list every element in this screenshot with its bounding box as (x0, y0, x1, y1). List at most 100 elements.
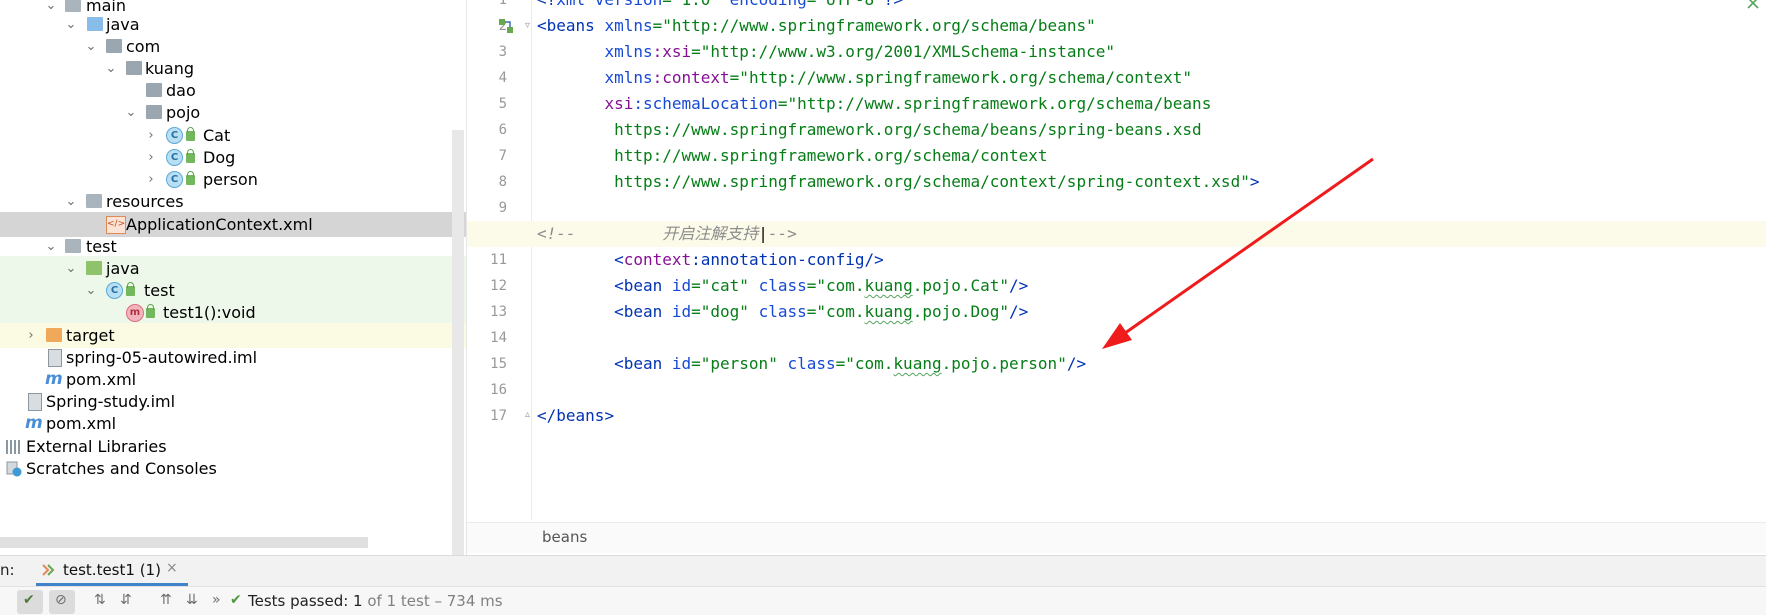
token: https://www.springframework.org/schema/b… (614, 120, 1202, 139)
token: class (758, 302, 807, 321)
token: ="person" (691, 354, 788, 373)
token: id (671, 276, 692, 295)
spring-bean-gutter-icon[interactable] (498, 18, 514, 34)
token: kuang (864, 302, 913, 321)
token: kuang (864, 276, 913, 295)
code-line-15: <bean id="person" class="com.kuang.pojo.… (537, 351, 1766, 377)
code-line-4: xmlns:context="http://www.springframewor… (537, 65, 1766, 91)
token: xmlns (604, 16, 653, 35)
token: .pojo.person" (941, 354, 1067, 373)
tree-item-resources[interactable]: ⌄ resources (0, 189, 466, 214)
code-line-5: xsi:schemaLocation="http://www.springfra… (537, 91, 1766, 117)
token: kuang (893, 354, 942, 373)
test-class-icon: C (106, 282, 123, 299)
token: /> (1009, 276, 1029, 295)
tree-item-label: pojo (166, 103, 201, 122)
token: > (1249, 172, 1260, 191)
class-icon: C (166, 149, 183, 166)
code-line-7: http://www.springframework.org/schema/co… (537, 143, 1766, 169)
chevron-down-icon[interactable]: ⌄ (124, 100, 138, 125)
tree-item-label: test1():void (163, 303, 256, 322)
token: ="http://www.springframework.org/schema/… (652, 16, 1096, 35)
package-icon (146, 105, 162, 119)
token: /> (864, 250, 884, 269)
code-line-3: xmlns:xsi="http://www.w3.org/2001/XMLSch… (537, 39, 1766, 65)
line-number: 13 (490, 304, 507, 320)
more-icon[interactable]: » (212, 592, 221, 608)
line-number: 17 (490, 408, 507, 424)
token: id (671, 354, 692, 373)
line-number: 15 (490, 356, 507, 372)
close-icon[interactable] (1744, 0, 1762, 10)
test-status-detail: of 1 test – 734 ms (362, 592, 503, 610)
token: https://www.springframework.org/schema/c… (614, 172, 1250, 191)
expand-all-icon[interactable]: ⇈ (160, 592, 172, 608)
run-label: n: (0, 561, 15, 579)
code-line-11: <context:annotation-config/> (537, 247, 1766, 273)
fold-open-icon[interactable]: ▿ (525, 20, 535, 31)
token: ?> (884, 0, 903, 9)
token: http://www.springframework.org/schema/co… (614, 146, 1048, 165)
token: beans (556, 406, 605, 425)
token: ="dog" (691, 302, 759, 321)
lock-icon (126, 282, 135, 296)
token: context (623, 250, 692, 269)
token: xsi (604, 94, 634, 113)
token: xml version (556, 0, 662, 9)
sort-by-duration-icon[interactable]: ⇵ (120, 592, 132, 608)
tree-item-root-pom-xml[interactable]: m pom.xml (0, 411, 466, 436)
token: <beans (537, 16, 605, 35)
code-line-13: <bean id="dog" class="com.kuang.pojo.Dog… (537, 299, 1766, 325)
source-folder-icon (87, 17, 103, 31)
project-tree: ⌄ main ⌄ java ⌄ com ⌄ kuang dao ⌄ pojo ›… (0, 0, 467, 560)
test-status-summary: Tests passed: 1 of 1 test – 734 ms (248, 592, 503, 610)
excluded-folder-icon (46, 328, 62, 342)
token: class (787, 354, 836, 373)
run-tab[interactable]: test.test1 (1) × (35, 558, 185, 584)
tree-vertical-scrollbar[interactable] (452, 130, 464, 560)
check-icon: ✔ (23, 592, 35, 608)
tree-horizontal-scrollbar[interactable] (0, 537, 368, 548)
token: <bean (614, 302, 672, 321)
close-tab-icon[interactable]: × (166, 560, 178, 576)
token: encoding (730, 0, 807, 9)
breadcrumb-item-beans[interactable]: beans (542, 528, 587, 546)
token: /> (1009, 302, 1029, 321)
tree-item-scratches[interactable]: Scratches and Consoles (0, 456, 466, 481)
folder-icon (65, 239, 81, 253)
token: class (758, 276, 807, 295)
editor-breadcrumb: beans (467, 522, 1766, 553)
line-number: 8 (498, 174, 507, 190)
token: :annotation-config (691, 250, 865, 269)
test-run-icon (42, 564, 55, 576)
token: ="http://www.w3.org/2001/XMLSchema-insta… (691, 42, 1115, 61)
line-number: 5 (498, 96, 507, 112)
line-number: 6 (498, 122, 507, 138)
run-tab-label: test.test1 (1) (63, 561, 161, 579)
stop-icon: ⊘ (55, 592, 67, 608)
token: id (671, 302, 692, 321)
sort-alphabetically-icon[interactable]: ⇅ (94, 592, 106, 608)
token: --> (767, 224, 797, 243)
line-number: 14 (490, 330, 507, 346)
lock-icon (146, 304, 155, 318)
code-line-17: </beans> (537, 403, 1766, 429)
tree-item-test1-method[interactable]: m test1():void (0, 300, 466, 325)
tree-item-label: Scratches and Consoles (26, 459, 217, 478)
line-number: 11 (490, 252, 507, 268)
passed-icon: ✔ (230, 592, 242, 608)
text-caret: | (758, 224, 768, 243)
fold-close-icon[interactable]: ▵ (525, 409, 535, 420)
class-icon: C (166, 127, 183, 144)
lock-icon (186, 149, 195, 163)
line-number: 3 (498, 44, 507, 60)
token: ="http://www.springframework.org/schema/… (777, 94, 1212, 113)
code-line-2: <beans xmlns="http://www.springframework… (537, 13, 1766, 39)
line-number: 4 (498, 70, 507, 86)
arrow-head (1102, 323, 1132, 349)
tree-item-pojo[interactable]: ⌄ pojo (0, 100, 466, 125)
chevron-down-icon[interactable]: ⌄ (64, 189, 78, 214)
token: :xsi (652, 42, 692, 61)
collapse-all-icon[interactable]: ⇊ (186, 592, 198, 608)
token: < (614, 250, 624, 269)
